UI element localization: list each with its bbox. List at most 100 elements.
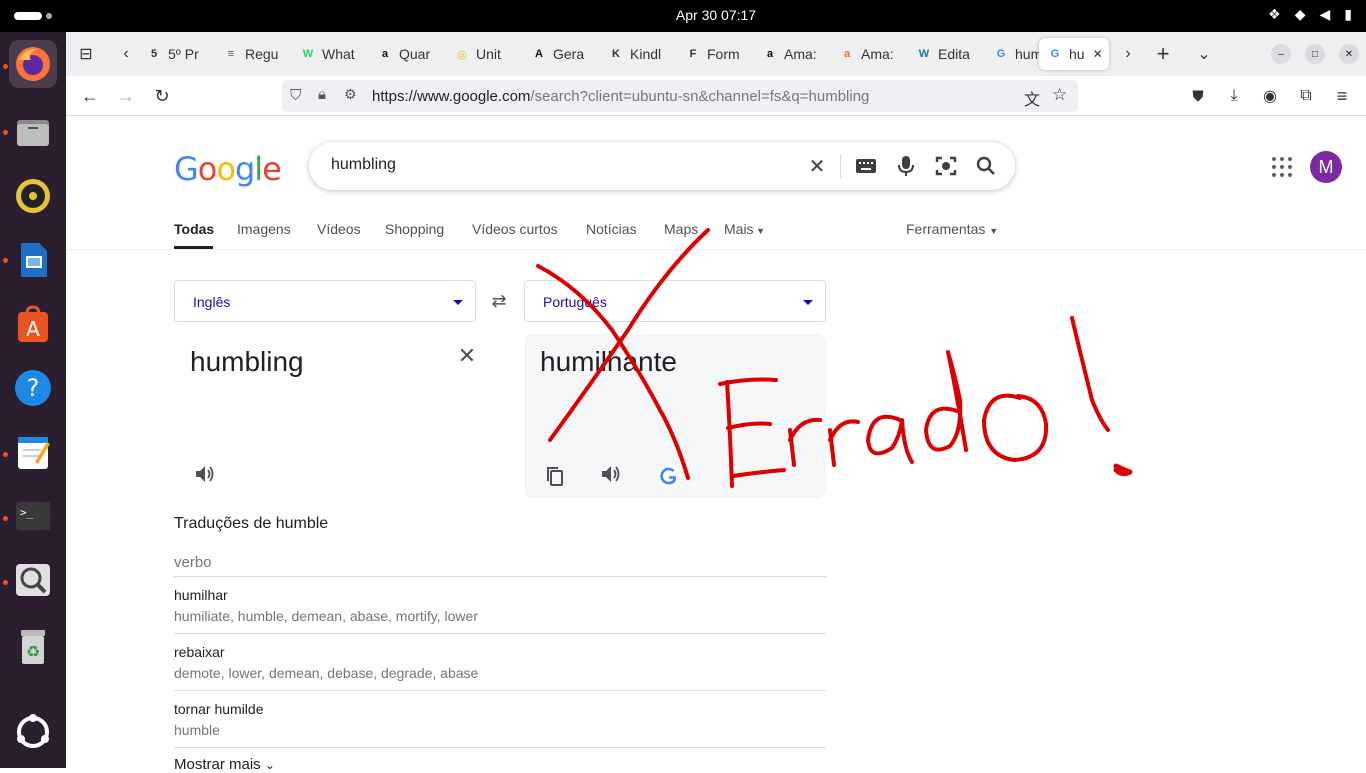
google-apps-icon[interactable] <box>1270 155 1294 179</box>
lens-search-icon[interactable] <box>934 154 958 178</box>
search-tab[interactable]: Mais ▼ <box>724 221 765 237</box>
tab-label: Quar <box>399 46 431 62</box>
copy-icon[interactable] <box>543 464 567 488</box>
close-tab-icon[interactable]: ✕ <box>1093 47 1103 61</box>
target-text: humilhante <box>540 346 677 377</box>
pocket-icon[interactable]: ⛊ <box>1186 84 1210 108</box>
clear-search-icon[interactable]: ✕ <box>805 154 829 178</box>
list-item[interactable]: humilhar humiliate, humble, demean, abase… <box>174 587 478 624</box>
reload-icon[interactable]: ↻ <box>150 84 174 108</box>
search-tab[interactable]: Shopping <box>385 221 444 237</box>
letter-stroke <box>982 393 1049 462</box>
browser-tab[interactable]: a Quar <box>373 38 441 70</box>
chevron-down-icon <box>453 300 463 305</box>
tracking-protection-icon[interactable]: ⛉ <box>290 87 301 104</box>
app-center-icon[interactable]: A <box>9 300 57 348</box>
dropbox-icon[interactable]: ❖ <box>1268 6 1281 23</box>
target-text-area: humilhante <box>524 334 826 498</box>
account-icon[interactable]: ◉ <box>1258 84 1282 108</box>
google-translate-icon[interactable] <box>657 464 681 488</box>
search-tab[interactable]: Todas <box>174 221 214 237</box>
tools-button[interactable]: Ferramentas ▼ <box>906 221 998 237</box>
keyboard-icon[interactable] <box>854 154 878 178</box>
image-viewer-icon[interactable] <box>9 556 57 604</box>
tab-scroll-right-icon[interactable]: › <box>1116 42 1140 66</box>
source-language-select[interactable]: Inglês <box>174 280 476 322</box>
trash-icon[interactable]: ♻ <box>9 622 57 670</box>
avatar[interactable]: M <box>1310 151 1342 183</box>
source-text[interactable]: humbling <box>190 346 304 378</box>
dock: A ? >_ ♻ <box>0 32 66 768</box>
navigation-bar: ← → ↻ ⛉ 🔒︎ ⚙ https://www.google.com/sear… <box>66 76 1366 116</box>
running-indicator <box>3 516 8 521</box>
files-icon[interactable] <box>9 108 57 156</box>
browser-tab[interactable]: W Edita <box>912 38 980 70</box>
search-input[interactable]: humbling <box>331 156 396 174</box>
clear-source-icon[interactable]: ✕ <box>455 343 479 368</box>
wifi-icon[interactable]: ◆ <box>1295 6 1306 23</box>
translate-page-icon[interactable]: 文 <box>1024 86 1040 110</box>
terminal-icon[interactable]: >_ <box>9 492 57 540</box>
swap-languages-icon[interactable]: ⇄ <box>487 289 511 313</box>
url-text[interactable]: https://www.google.com/search?client=ubu… <box>372 88 869 105</box>
listen-source-icon[interactable] <box>193 462 217 486</box>
writer-icon[interactable] <box>9 236 57 284</box>
rhythmbox-icon[interactable] <box>9 172 57 220</box>
firefox-icon[interactable] <box>9 40 57 88</box>
browser-tab[interactable]: a Ama: <box>758 38 826 70</box>
logo-letter: o <box>216 150 236 188</box>
list-item[interactable]: tornar humilde humble <box>174 701 264 738</box>
source-text-area[interactable]: humbling ✕ <box>174 334 476 498</box>
volume-icon[interactable]: ◀ <box>1320 6 1331 23</box>
browser-tab[interactable]: W What <box>296 38 364 70</box>
tab-label: Ama: <box>861 46 894 62</box>
menu-icon[interactable]: ≡ <box>1330 84 1354 108</box>
system-clock[interactable]: Apr 30 07:17 <box>0 7 1366 23</box>
battery-icon[interactable]: ▮ <box>1344 6 1352 23</box>
voice-search-icon[interactable] <box>894 154 918 178</box>
list-all-tabs-icon[interactable]: ⌄ <box>1192 42 1216 66</box>
url-bar[interactable]: ⛉ 🔒︎ ⚙ https://www.google.com/search?cli… <box>282 80 1078 112</box>
divider <box>840 154 841 178</box>
text-editor-icon[interactable] <box>9 428 57 476</box>
search-icon[interactable] <box>974 154 998 178</box>
firefox-view-icon[interactable]: ⊟ <box>74 42 98 66</box>
new-tab-icon[interactable]: + <box>1151 41 1175 66</box>
search-tab[interactable]: Vídeos curtos <box>472 221 558 237</box>
search-tab[interactable]: Maps <box>664 221 698 237</box>
extensions-icon[interactable]: ⧉ <box>1294 84 1318 108</box>
search-box[interactable]: humbling ✕ <box>309 142 1015 190</box>
browser-tab[interactable]: a Ama: <box>835 38 903 70</box>
target-language-select[interactable]: Português <box>524 280 826 322</box>
system-tray[interactable]: ❖ ◆ ◀ ▮ <box>1268 6 1352 23</box>
downloads-icon[interactable]: ⤓ <box>1222 84 1246 108</box>
browser-tab[interactable]: F Form <box>681 38 749 70</box>
maximize-icon[interactable]: □ <box>1305 44 1325 64</box>
search-tab[interactable]: Imagens <box>237 221 291 237</box>
divider <box>174 633 826 634</box>
show-more-button[interactable]: Mostrar mais ⌄ <box>174 756 275 773</box>
permissions-icon[interactable]: ⚙ <box>344 86 357 103</box>
browser-tab[interactable]: ≡ Regu <box>219 38 287 70</box>
browser-tab[interactable]: Ghu ✕ <box>1039 38 1109 70</box>
help-icon[interactable]: ? <box>9 364 57 412</box>
tab-scroll-left-icon[interactable]: ‹ <box>114 42 138 66</box>
back-icon[interactable]: ← <box>78 84 102 108</box>
browser-tab[interactable]: K Kindl <box>604 38 672 70</box>
show-apps-icon[interactable] <box>9 708 57 756</box>
browser-tab[interactable]: 5 5º Pr <box>142 38 210 70</box>
lock-icon[interactable]: 🔒︎ <box>318 86 326 103</box>
browser-tab[interactable]: ◎ Unit <box>450 38 518 70</box>
bookmark-star-icon[interactable]: ☆ <box>1052 85 1067 105</box>
search-tab-label: Imagens <box>237 221 291 237</box>
search-tab[interactable]: Vídeos <box>317 221 361 237</box>
search-tab[interactable]: Notícias <box>586 221 637 237</box>
forward-icon[interactable]: → <box>114 84 138 108</box>
close-window-icon[interactable]: ✕ <box>1339 44 1359 64</box>
google-logo[interactable]: Google <box>174 150 282 188</box>
minimize-icon[interactable]: – <box>1271 44 1291 64</box>
list-item[interactable]: rebaixar demote, lower, demean, debase, d… <box>174 644 478 681</box>
translation-word: humilhar <box>174 587 228 603</box>
browser-tab[interactable]: A Gera <box>527 38 595 70</box>
listen-translation-icon[interactable] <box>599 462 623 486</box>
